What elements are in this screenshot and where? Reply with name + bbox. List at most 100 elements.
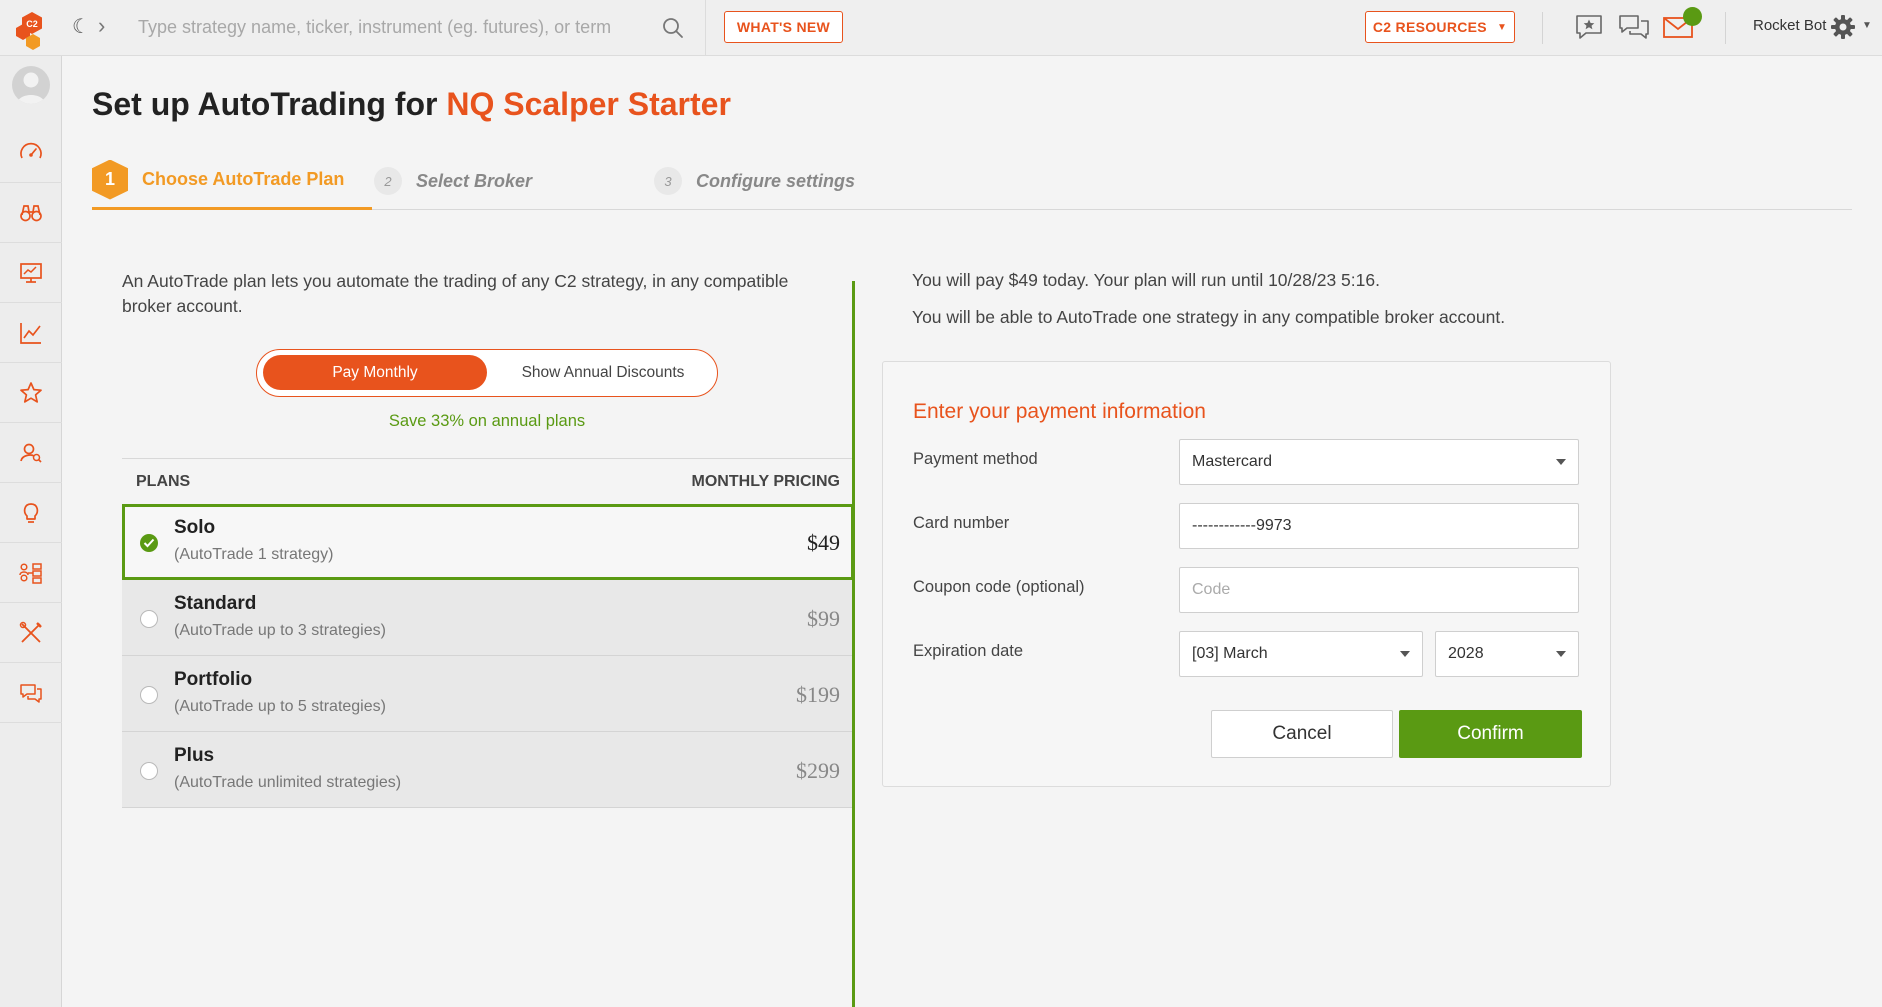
user-name[interactable]: Rocket Bot [1753, 17, 1826, 34]
plan-price: $299 [796, 758, 840, 783]
chat-icon [20, 683, 42, 703]
plan-price: $99 [807, 606, 840, 631]
avatar[interactable] [12, 66, 50, 104]
expiration-year-value: 2028 [1448, 645, 1484, 662]
setup-steps: 1 Choose AutoTrade Plan 2 Select Broker … [92, 152, 1852, 210]
payment-method-select[interactable]: Mastercard [1179, 439, 1579, 485]
sidebar-item-favorites[interactable] [0, 363, 62, 423]
plan-name: Standard [174, 593, 257, 614]
step-select-broker[interactable]: 2 Select Broker [374, 152, 532, 210]
plans-table: PLANS MONTHLY PRICING Solo (AutoTrade 1 … [122, 458, 854, 808]
sidebar-item-performance[interactable] [0, 303, 62, 363]
card-number-field[interactable] [1179, 503, 1579, 549]
expiration-month-select[interactable]: [03] March [1179, 631, 1423, 677]
dark-mode-moon-icon[interactable]: ☾ [72, 14, 90, 39]
step-configure-settings[interactable]: 3 Configure settings [654, 152, 855, 210]
annual-savings-note: Save 33% on annual plans [388, 412, 586, 430]
tools-icon [19, 621, 42, 643]
main-content: Set up AutoTrading for NQ Scalper Starte… [62, 56, 1882, 1007]
radio-unselected[interactable] [140, 610, 158, 628]
cancel-button[interactable]: Cancel [1211, 710, 1393, 758]
step-label: Select Broker [416, 170, 533, 191]
binoculars-icon [20, 204, 42, 221]
plan-name: Portfolio [174, 669, 253, 690]
card-number-label: Card number [913, 514, 1010, 532]
top-bar: C2 ☾ › WHAT'S NEW C2 RESOURCES ▼ Rocket … [0, 0, 1882, 56]
star-icon [20, 381, 42, 403]
expiration-year-select[interactable]: 2028 [1435, 631, 1579, 677]
page-title: Set up AutoTrading for NQ Scalper Starte… [92, 86, 731, 123]
payment-method-value: Mastercard [1192, 453, 1273, 470]
c2-resources-label: C2 RESOURCES [1372, 19, 1487, 35]
show-annual-discounts-option[interactable]: Show Annual Discounts [493, 355, 713, 390]
column-header-plans: PLANS [136, 472, 191, 490]
plan-description: (AutoTrade unlimited strategies) [174, 774, 402, 791]
plan-row-plus[interactable]: Plus (AutoTrade unlimited strategies) $2… [122, 732, 854, 808]
step-label: Configure settings [696, 170, 856, 191]
coupon-code-input[interactable] [1192, 581, 1566, 599]
logo-text: C2 [26, 19, 38, 29]
plans-intro-text: An AutoTrade plan lets you automate the … [122, 271, 789, 316]
column-header-monthly-pricing: MONTHLY PRICING [691, 472, 840, 490]
pay-monthly-option[interactable]: Pay Monthly [263, 355, 487, 390]
coupon-code-field[interactable] [1179, 567, 1579, 613]
user-search-icon [20, 443, 42, 463]
sidebar-item-tools[interactable] [0, 603, 62, 663]
plan-price: $199 [796, 682, 840, 707]
plan-description: (AutoTrade up to 5 strategies) [174, 698, 386, 715]
plan-row-solo[interactable]: Solo (AutoTrade 1 strategy) $49 [122, 504, 854, 580]
sidebar-item-messages[interactable] [0, 663, 62, 723]
expiration-date-label: Expiration date [913, 642, 1024, 660]
radio-unselected[interactable] [140, 762, 158, 780]
payment-summary-line: You will pay $49 today. Your plan will r… [912, 270, 1380, 290]
radio-selected[interactable] [140, 534, 158, 552]
starred-message-icon[interactable] [1573, 12, 1607, 42]
sidebar-item-explore[interactable] [0, 183, 62, 243]
payment-form-card: Enter your payment information Payment m… [882, 361, 1611, 787]
radio-unselected[interactable] [140, 686, 158, 704]
plan-row-portfolio[interactable]: Portfolio (AutoTrade up to 5 strategies)… [122, 656, 854, 732]
toolbar-divider [1725, 12, 1726, 44]
sidebar-item-community[interactable] [0, 543, 62, 603]
payment-method-label: Payment method [913, 450, 1038, 468]
monitor-chart-icon [20, 262, 42, 283]
checkmark-icon [143, 538, 155, 548]
search-bar [116, 0, 706, 56]
card-number-input[interactable] [1192, 517, 1566, 535]
page-title-prefix: Set up AutoTrading for [92, 86, 447, 122]
sidebar-item-ideas[interactable] [0, 483, 62, 543]
sidebar-item-managers[interactable] [0, 423, 62, 483]
step-number-badge: 1 [92, 159, 128, 200]
search-input[interactable] [138, 12, 658, 42]
whats-new-button[interactable]: WHAT'S NEW [724, 11, 843, 43]
confirm-button[interactable]: Confirm [1399, 710, 1582, 758]
notification-dot [1683, 7, 1702, 26]
plan-name: Solo [174, 517, 216, 538]
gear-icon[interactable] [1830, 14, 1856, 40]
expand-chevron-icon[interactable]: › [98, 13, 105, 39]
strategy-name: NQ Scalper Starter [446, 86, 731, 122]
step-number-badge: 2 [374, 167, 402, 195]
c2-resources-dropdown[interactable]: C2 RESOURCES ▼ [1365, 11, 1515, 43]
toolbar-divider [1542, 12, 1543, 44]
caret-down-icon [1556, 459, 1566, 465]
plan-scope-line: You will be able to AutoTrade one strate… [912, 307, 1506, 327]
chat-bubbles-icon[interactable] [1617, 12, 1651, 42]
caret-down-icon[interactable]: ▼ [1862, 20, 1872, 31]
line-chart-icon [20, 322, 41, 344]
coupon-code-label: Coupon code (optional) [913, 578, 1085, 596]
plan-row-standard[interactable]: Standard (AutoTrade up to 3 strategies) … [122, 580, 854, 656]
plan-name: Plus [174, 745, 215, 766]
plan-description: (AutoTrade 1 strategy) [174, 546, 334, 563]
sidebar-item-monitor[interactable] [0, 243, 62, 303]
sidebar-item-dashboard[interactable] [0, 123, 62, 183]
payment-form-title: Enter your payment information [913, 400, 1206, 423]
c2-logo[interactable]: C2 [12, 10, 56, 52]
caret-down-icon [1400, 651, 1410, 657]
search-icon[interactable] [661, 16, 685, 40]
caret-down-icon: ▼ [1496, 21, 1508, 33]
people-network-icon [19, 562, 42, 584]
plan-price: $49 [807, 530, 840, 555]
plan-description: (AutoTrade up to 3 strategies) [174, 622, 386, 639]
step-choose-plan[interactable]: 1 Choose AutoTrade Plan [92, 152, 372, 210]
